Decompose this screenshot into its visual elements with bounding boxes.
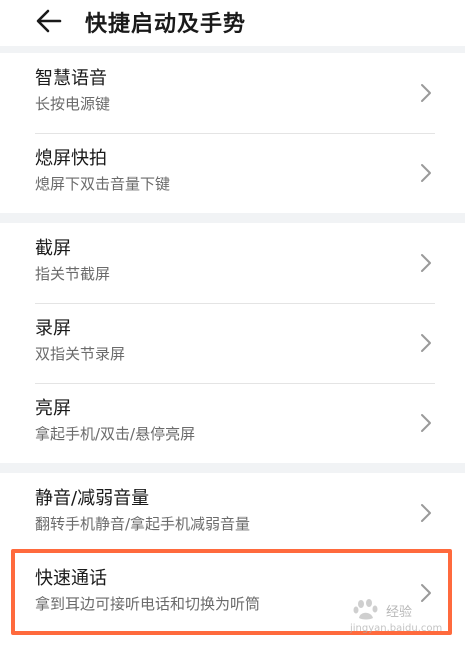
list-item-quick-call[interactable]: 快速通话 拿到耳边可接听电话和切换为听筒 <box>0 553 465 633</box>
chevron-right-icon <box>421 504 431 522</box>
list-item-screen-off-snapshot[interactable]: 熄屏快拍 熄屏下双击音量下键 <box>0 133 465 213</box>
item-subtitle: 拿起手机/双击/悬停亮屏 <box>35 425 196 443</box>
item-title: 静音/减弱音量 <box>35 488 150 509</box>
item-subtitle: 翻转手机静音/拿起手机减弱音量 <box>35 515 251 533</box>
chevron-right-icon <box>421 164 431 182</box>
item-title: 熄屏快拍 <box>35 148 107 169</box>
chevron-right-icon <box>421 584 431 602</box>
item-subtitle: 长按电源键 <box>35 95 111 113</box>
item-subtitle: 拿到耳边可接听电话和切换为听筒 <box>35 595 261 613</box>
chevron-right-icon <box>421 414 431 432</box>
list-item-screenshot[interactable]: 截屏 指关节截屏 <box>0 223 465 303</box>
chevron-right-icon <box>421 334 431 352</box>
settings-group-screen: 截屏 指关节截屏 录屏 双指关节录屏 亮屏 拿起手机/双击/悬停亮屏 <box>0 223 465 463</box>
chevron-right-icon <box>421 84 431 102</box>
settings-group-voice-capture: 智慧语音 长按电源键 熄屏快拍 熄屏下双击音量下键 <box>0 53 465 213</box>
list-item-wake-screen[interactable]: 亮屏 拿起手机/双击/悬停亮屏 <box>0 383 465 463</box>
settings-group-calls: 静音/减弱音量 翻转手机静音/拿起手机减弱音量 快速通话 拿到耳边可接听电话和切… <box>0 473 465 654</box>
item-title: 智慧语音 <box>35 68 107 89</box>
back-button[interactable] <box>33 6 67 36</box>
item-subtitle: 双指关节录屏 <box>35 345 126 363</box>
header-bar: 快捷启动及手势 <box>0 0 465 46</box>
chevron-right-icon <box>421 254 431 272</box>
item-title: 录屏 <box>35 318 71 339</box>
item-title: 截屏 <box>35 238 71 259</box>
item-subtitle: 熄屏下双击音量下键 <box>35 175 171 193</box>
list-item-screen-record[interactable]: 录屏 双指关节录屏 <box>0 303 465 383</box>
item-title: 亮屏 <box>35 398 71 419</box>
item-title: 快速通话 <box>35 568 107 589</box>
item-subtitle: 指关节截屏 <box>35 265 111 283</box>
arrow-left-icon <box>36 9 62 33</box>
page-title: 快捷启动及手势 <box>85 12 247 37</box>
list-item-mute-volume[interactable]: 静音/减弱音量 翻转手机静音/拿起手机减弱音量 <box>0 473 465 553</box>
list-item-smart-voice[interactable]: 智慧语音 长按电源键 <box>0 53 465 133</box>
